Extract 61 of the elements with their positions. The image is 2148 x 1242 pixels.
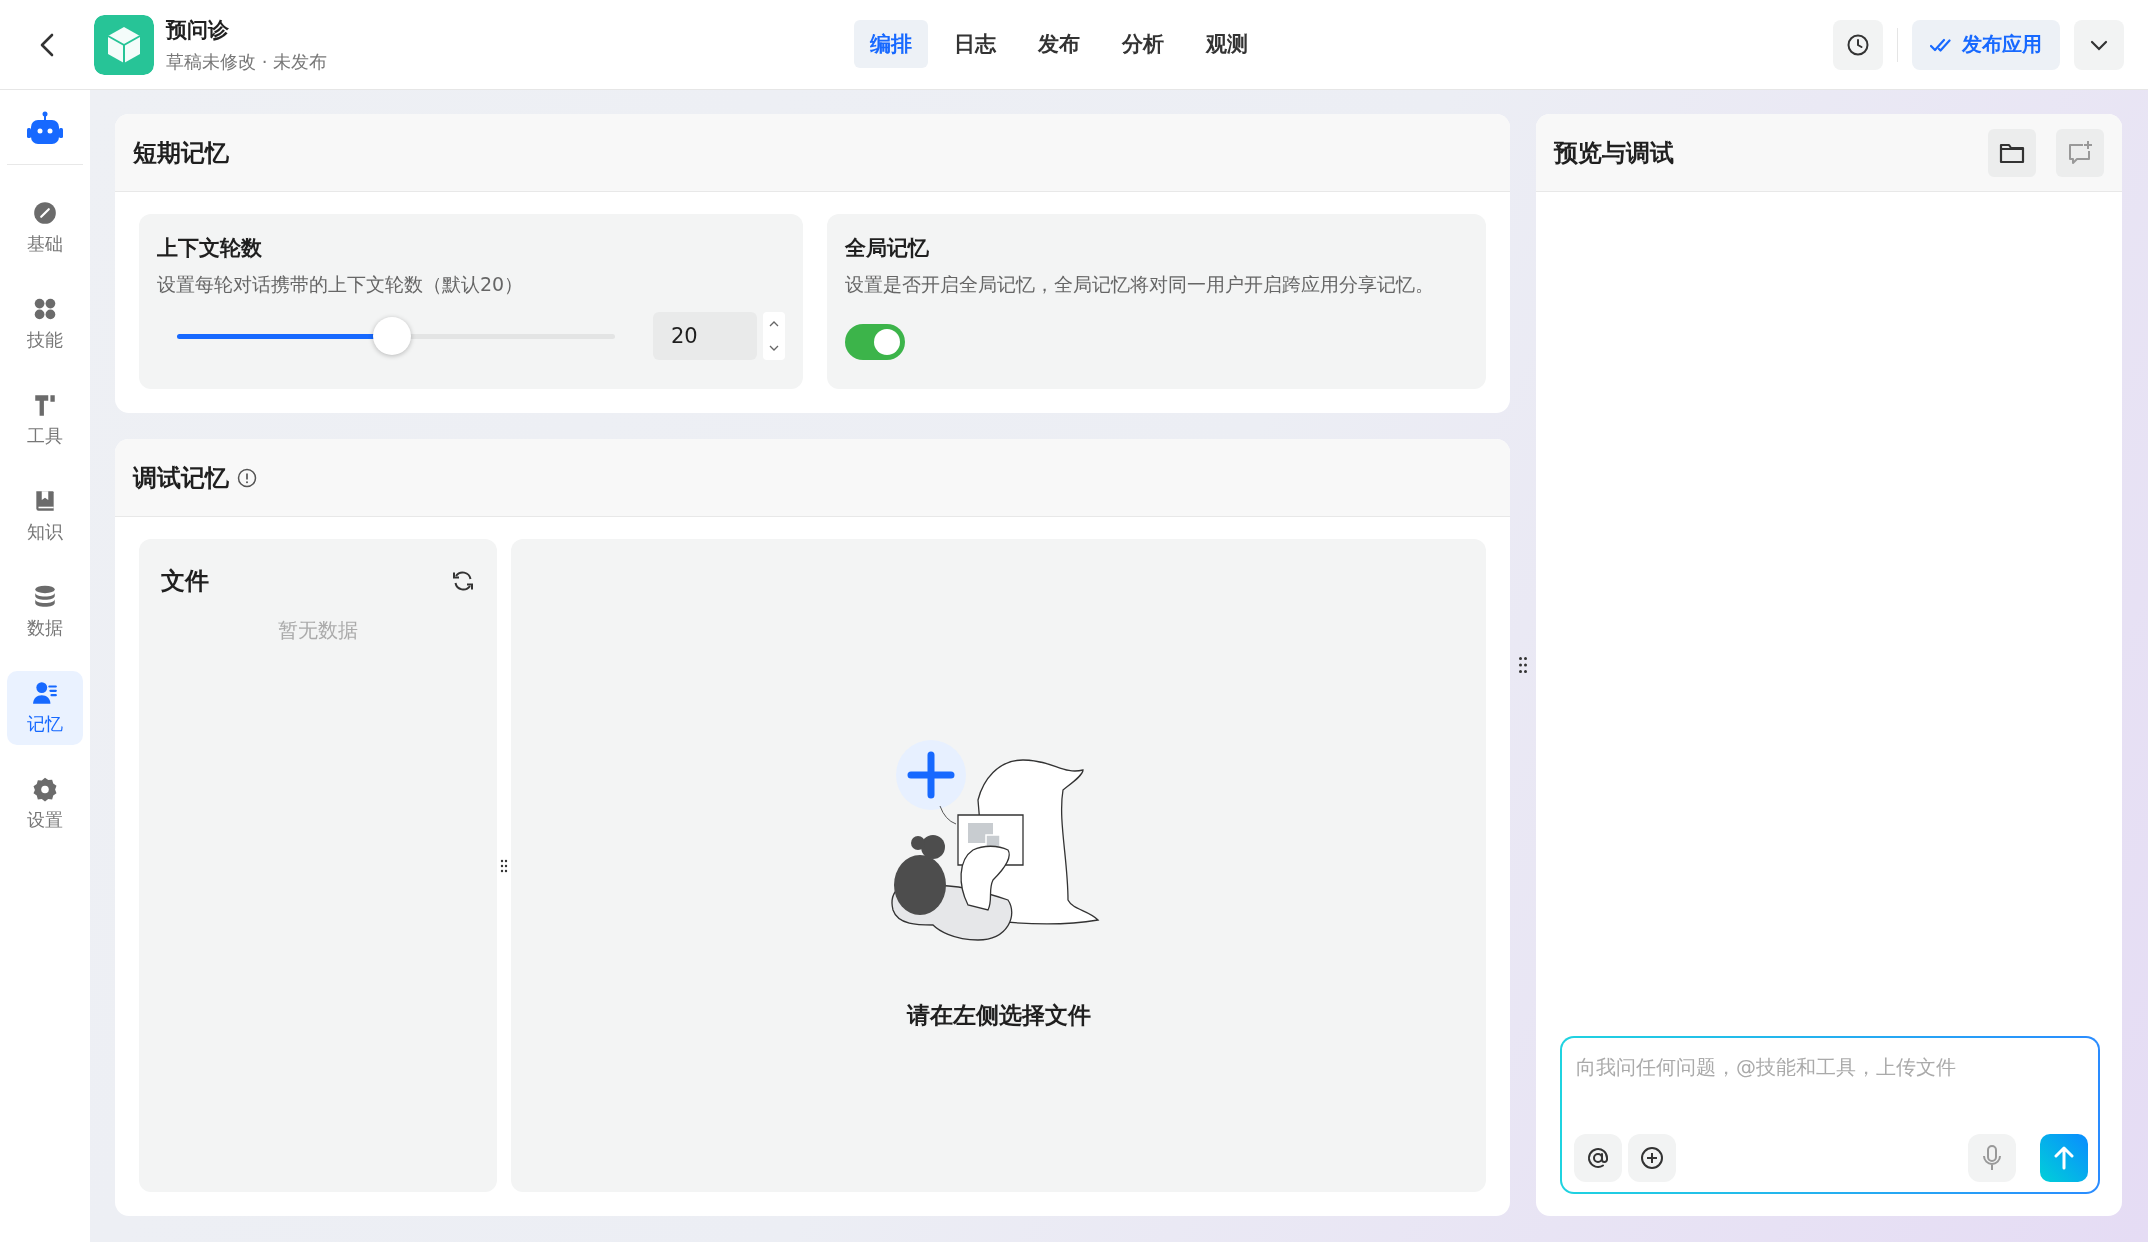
microphone-icon	[1982, 1145, 2002, 1171]
empty-text: 暂无数据	[278, 617, 358, 644]
setting-description: 设置是否开启全局记忆，全局记忆将对同一用户开启跨应用分享记忆。	[845, 272, 1435, 297]
section-title: 调试记忆	[133, 462, 229, 494]
history-clock-button[interactable]	[1833, 19, 1883, 70]
message-field[interactable]: 向我问任何问题，@技能和工具，上传文件	[1574, 1052, 2088, 1134]
publish-button[interactable]: 发布应用	[1912, 19, 2060, 70]
double-check-icon	[1930, 36, 1954, 53]
cube-logo-icon	[94, 14, 154, 75]
up-caret-icon[interactable]	[769, 321, 779, 327]
arrow-up-icon	[2053, 1146, 2075, 1170]
sidebar-item[interactable]: 设置	[7, 767, 83, 841]
folder-button[interactable]	[1988, 128, 2036, 177]
sidebar-item[interactable]: 记忆	[7, 671, 83, 745]
clock-icon	[1846, 32, 1870, 57]
tool-icon	[32, 392, 58, 418]
setting-description: 设置每轮对话携带的上下文轮数（默认20）	[157, 272, 525, 297]
nav-tab[interactable]: 分析	[1106, 20, 1180, 68]
pencil-circle-icon	[32, 200, 58, 226]
section-title: 短期记忆	[133, 137, 229, 169]
nav-tab[interactable]: 观测	[1190, 20, 1264, 68]
global-memory-toggle[interactable]	[845, 324, 905, 360]
folder-icon	[1999, 141, 2025, 164]
select-file-prompt: 请在左侧选择文件	[906, 1001, 1091, 1030]
settings-icon	[32, 776, 58, 802]
sidebar-item[interactable]: 工具	[7, 383, 83, 457]
panel-title: 预览与调试	[1554, 137, 1674, 169]
caret-icon	[2090, 38, 2108, 51]
rounds-input[interactable]: 20	[653, 312, 757, 360]
nav-tab[interactable]: 编排	[854, 20, 928, 68]
app-name: 预问诊	[166, 16, 230, 44]
rounds-slider[interactable]	[177, 317, 615, 355]
slider-thumb[interactable]	[372, 317, 411, 355]
send-button[interactable]	[2040, 1134, 2088, 1182]
plus-circle-icon	[1640, 1146, 1664, 1170]
add-button[interactable]	[1628, 1134, 1676, 1182]
resize-handle-icon[interactable]	[1518, 656, 1528, 674]
down-caret-icon[interactable]	[769, 345, 779, 351]
info-icon[interactable]	[237, 467, 257, 488]
setting-title: 全局记忆	[845, 235, 930, 262]
sidebar-item[interactable]: 数据	[7, 575, 83, 649]
user-list-icon	[32, 680, 58, 706]
four-dots-icon	[32, 296, 58, 322]
sidebar-item[interactable]: 技能	[7, 287, 83, 361]
draft-status: 草稿未修改 · 未发布	[166, 49, 328, 74]
setting-title: 上下文轮数	[157, 235, 263, 262]
chat-input[interactable]: 向我问任何问题，@技能和工具，上传文件	[1560, 1036, 2100, 1194]
nav-tab[interactable]: 日志	[938, 20, 1012, 68]
nav-tab[interactable]: 发布	[1022, 20, 1096, 68]
microphone-button[interactable]	[1968, 1134, 2016, 1182]
sidebar-item[interactable]: 基础	[7, 191, 83, 265]
new-chat-button[interactable]	[2056, 128, 2104, 177]
chat-plus-icon	[2067, 139, 2093, 166]
database-icon	[32, 584, 58, 610]
at-sign-icon	[1586, 1146, 1610, 1170]
resize-handle-icon[interactable]	[500, 858, 508, 873]
refresh-icon[interactable]	[451, 569, 475, 593]
mention-button[interactable]	[1574, 1134, 1622, 1182]
back-icon	[40, 32, 54, 57]
panel-title: 文件	[161, 566, 209, 597]
sidebar-item[interactable]: 知识	[7, 479, 83, 553]
